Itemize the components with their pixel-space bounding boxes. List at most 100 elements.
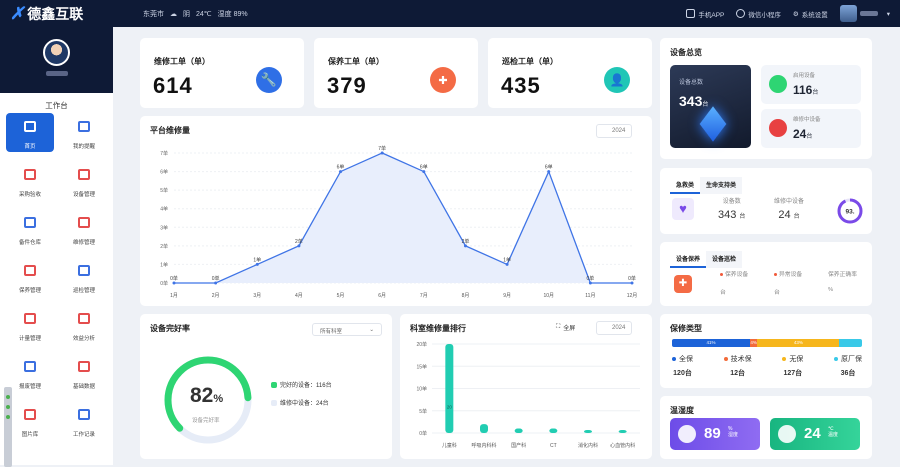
y-tick-label: 10单 [416,386,427,393]
workbench-title: 工作台 [45,101,68,110]
emergency-count-label: 设备数 [722,199,741,205]
x-tick-label: 7月 [420,293,428,299]
y-tick-label: 2单 [160,243,168,250]
x-tick-label: 8月 [462,293,470,299]
bar [514,428,523,433]
humidity-label: 湿度 [728,432,739,438]
maint-device-stat: 保养设备台 [720,269,748,296]
sidebar-item[interactable]: 首页 [6,113,54,152]
health-value: 82% [190,384,223,408]
side-toolbar[interactable] [4,387,12,467]
record-icon [74,404,94,424]
profile-avatar[interactable] [43,39,70,66]
phone-icon [686,9,696,18]
sidebar-item[interactable]: 图片库 [6,401,54,440]
sidebar-item[interactable]: 备件仓库 [6,209,54,248]
kpi-card-inspect[interactable]: 巡检工单（单） 435 👤 [488,38,652,108]
enabled-unit: 台 [812,90,819,96]
mobile-app-label: 手机APP [698,11,725,19]
data-label: 1单 [253,256,261,263]
legend-name: 原厂保 [840,356,862,363]
sidebar-item-label: 图片库 [21,432,39,438]
maint-device-unit: 台 [720,290,726,296]
y-tick-label: 20单 [416,341,427,348]
temperature-box[interactable]: 24 ℃ 温度 [770,418,860,450]
humidity-value: 89 [704,425,721,442]
emergency-count: 343 [718,209,737,221]
total-devices-box[interactable]: 设备总数 343台 [670,65,751,148]
sidebar-item[interactable]: 设备管理 [60,161,108,200]
tab-life-support[interactable]: 生命支持类 [700,177,743,194]
legend-dot-icon [833,357,838,362]
x-tick-label: CT [550,443,557,449]
legend-dot-icon [672,357,676,362]
temperature-label: 温度 [828,432,839,438]
y-tick-label: 15单 [416,363,427,370]
bar [584,430,592,433]
wechat-link[interactable]: 微信小程序 [736,9,781,19]
alarm-icon [74,116,94,136]
emergency-repair: 24 [778,209,791,221]
sidebar-item[interactable]: 工作记录 [60,401,108,440]
analysis-icon [74,308,94,328]
overview-title: 设备总览 [670,48,702,57]
x-tick-label: 心血管内科 [610,442,635,449]
legend-item: 原厂保 36台 [833,354,862,378]
sidebar-item-label: 巡检管理 [72,288,95,294]
sidebar-item-label: 计量管理 [18,336,41,342]
enabled-devices-box[interactable]: 启用设备 116台 [761,65,861,104]
legend-dot-icon [782,357,787,362]
sidebar-item[interactable]: 巡检管理 [60,257,108,296]
humidity-box[interactable]: 89 % 湿度 [670,418,760,450]
x-tick-label: 儿童科 [442,442,457,449]
legend-value: 12台 [730,370,746,377]
medkit-icon: ✚ [674,275,692,293]
data-label: 1单 [503,256,511,263]
maint-abnormal-stat: 异常设备台 [774,269,802,296]
user-menu[interactable]: ▾ [839,5,890,22]
sidebar-item[interactable]: 基础数据 [60,353,108,392]
emergency-tabs: 急救类 生命支持类 [670,177,743,194]
repairing-devices-box[interactable]: 维修中设备 24台 [761,109,861,148]
guarantee-title: 保修类型 [670,324,702,333]
tab-device-inspect[interactable]: 设备巡检 [706,251,743,268]
sidebar-item[interactable]: 保养管理 [6,257,54,296]
sidebar-item[interactable]: 采购验收 [6,161,54,200]
humidity-icon [678,425,696,443]
enabled-label: 启用设备 [793,73,816,79]
sidebar-item[interactable]: 维修管理 [60,209,108,248]
x-tick-label: 1月 [170,293,178,299]
tab-device-maint[interactable]: 设备保养 [670,251,707,268]
settings-link[interactable]: ⚙ 系统设置 [793,9,828,19]
profile-name-blurred [45,71,68,76]
repairing-label: 维修中设备 [793,117,821,123]
emergency-count-stat: 设备数 343 台 [718,196,745,221]
legend-good: 完好的设备：116台 [271,380,332,389]
sidebar-item[interactable]: 计量管理 [6,305,54,344]
kpi-label: 保养工单（单） [328,57,384,66]
legend-good-label: 完好的设备：116台 [280,383,332,389]
y-tick-label: 0单 [160,280,168,287]
sidebar-item[interactable]: 效益分析 [60,305,108,344]
sidebar-item-label: 维修管理 [72,240,95,246]
maintenance-icon [20,260,40,280]
wrench-icon: 🔧 [256,67,282,93]
sidebar-item-label: 效益分析 [72,336,95,342]
kpi-card-repair[interactable]: 维修工单（单） 614 🔧 [140,38,304,108]
sidebar-nav: 首页 我的提醒 采购验收 设备管理 备件仓库 维修管理保养管理 巡检管理计量管理 效益分析报废… [6,113,108,440]
sidebar-item[interactable]: 报废管理 [6,353,54,392]
sidebar-item-label: 首页 [24,144,36,150]
legend-value: 127台 [783,370,803,377]
maint-accuracy-stat: 保养正确率% [828,269,857,293]
sidebar-item-label: 保养管理 [18,288,41,294]
data-label: 7单 [378,145,386,152]
sidebar-item[interactable]: 我的提醒 [60,113,108,152]
mobile-app-link[interactable]: 手机APP [686,9,724,19]
brand-logo[interactable]: ✗ 德鑫互联 [10,4,83,24]
tab-emergency[interactable]: 急救类 [670,177,701,194]
stack-segment: 41% [672,339,750,347]
kpi-card-maintain[interactable]: 保养工单（单） 379 ✚ [314,38,478,108]
kpi-label: 巡检工单（单） [502,57,558,66]
data-label: 0单 [628,275,636,282]
kpi-value: 614 [153,73,193,98]
